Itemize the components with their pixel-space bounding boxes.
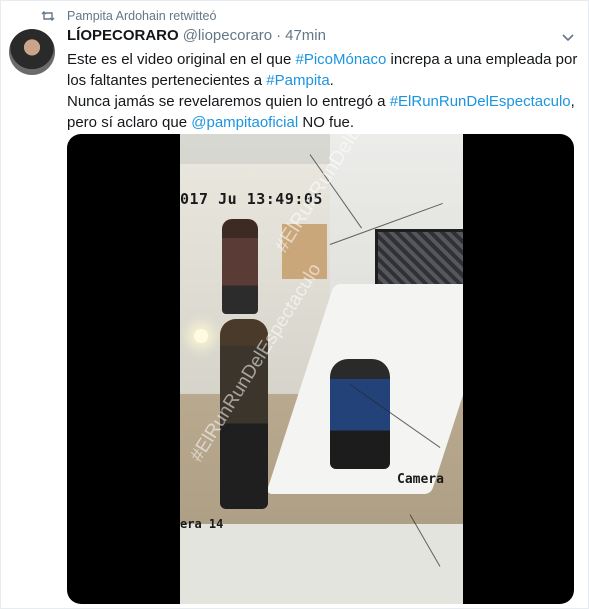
tweet-line: pero sí aclaro que @pampitaoficial NO fu… — [67, 112, 577, 133]
tweet-text: Este es el video original en el que #Pic… — [67, 49, 577, 133]
cctv-camera-label: Camera — [397, 472, 444, 487]
retweet-context[interactable]: Pampita Ardohain retwitteó — [41, 9, 216, 23]
avatar[interactable] — [9, 29, 55, 75]
text-segment: increpa a una empleada por — [386, 51, 578, 68]
scene-lamp — [194, 329, 208, 343]
separator-dot: · — [276, 27, 282, 44]
text-segment: Nunca jamás se revelaremos quien lo entr… — [67, 93, 390, 110]
hashtag-link[interactable]: #ElRunRunDelEspectaculo — [390, 93, 571, 110]
tweet-line: los faltantes pertenecientes a #Pampita. — [67, 70, 577, 91]
text-segment: pero sí aclaro que — [67, 114, 192, 131]
retweet-icon — [41, 11, 55, 21]
hashtag-link[interactable]: #PicoMónaco — [295, 51, 386, 68]
video-player[interactable]: 017 Ju 13:49:05 Camera era 14 #ElRunRunD… — [67, 134, 574, 604]
chevron-down-icon[interactable] — [561, 33, 575, 43]
video-frame[interactable]: 017 Ju 13:49:05 Camera era 14 #ElRunRunD… — [180, 134, 463, 604]
author-name[interactable]: LÍOPECORARO — [67, 27, 179, 44]
scene-person — [222, 219, 258, 314]
text-segment: . — [329, 72, 334, 89]
text-segment: los faltantes pertenecientes a — [67, 72, 267, 89]
cctv-camera-number: era 14 — [180, 517, 224, 531]
mention-link[interactable]: @pampitaoficial — [191, 114, 298, 131]
text-segment: NO fue. — [298, 114, 355, 131]
tweet-card[interactable]: Pampita Ardohain retwitteó LÍOPECORARO @… — [0, 0, 589, 609]
scene-wall — [180, 524, 463, 604]
author-handle[interactable]: @liopecoraro — [183, 27, 272, 44]
tweet-header: LÍOPECORARO @liopecoraro · 47min — [67, 27, 326, 44]
retweet-text: Pampita Ardohain retwitteó — [67, 9, 217, 23]
scene-person — [330, 359, 390, 469]
hashtag-link[interactable]: #Pampita — [266, 72, 329, 89]
tweet-line: Este es el video original en el que #Pic… — [67, 49, 577, 70]
text-segment: , — [570, 93, 575, 110]
tweet-time[interactable]: 47min — [285, 27, 326, 44]
text-segment: Este es el video original en el que — [67, 51, 296, 68]
tweet-line: Nunca jamás se revelaremos quien lo entr… — [67, 91, 577, 112]
